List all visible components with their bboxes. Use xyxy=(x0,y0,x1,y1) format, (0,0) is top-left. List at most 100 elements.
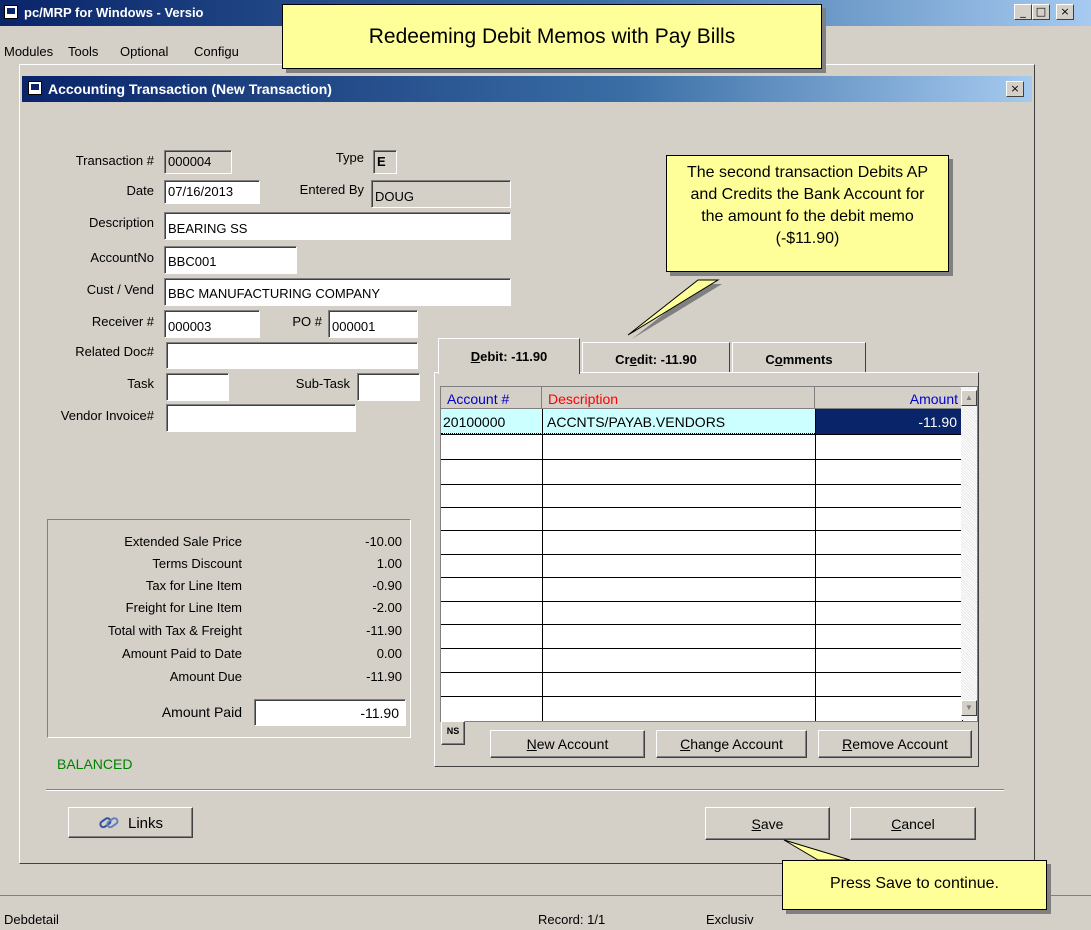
grid-line xyxy=(441,554,962,555)
menu-tools[interactable]: Tools xyxy=(68,44,98,59)
entered-by-label: Entered By xyxy=(299,182,364,197)
transaction-label: Transaction # xyxy=(75,153,154,168)
summary-value: -11.90 xyxy=(366,623,402,638)
status-form-name: Debdetail xyxy=(4,912,59,927)
summary-label: Amount Due xyxy=(169,669,242,684)
date-field[interactable]: 07/16/2013 xyxy=(164,180,260,204)
close-button[interactable]: × xyxy=(1056,4,1074,20)
change-account-accel: C xyxy=(680,736,691,752)
tab-debit-accel: D xyxy=(470,349,481,364)
app-title: pc/MRP for Windows - Versio xyxy=(24,5,204,20)
task-field[interactable] xyxy=(166,373,229,401)
grid-vertical-scrollbar[interactable]: ▲ ▼ xyxy=(961,387,977,720)
cell-amount[interactable]: -11.90 xyxy=(815,409,963,434)
window-close-button[interactable]: × xyxy=(1006,81,1024,97)
scroll-down-icon[interactable]: ▼ xyxy=(961,700,977,716)
grid-line xyxy=(441,459,962,460)
tab-debit[interactable]: Debit: -11.90 xyxy=(438,338,580,374)
window-title: Accounting Transaction (New Transaction) xyxy=(48,81,332,97)
summary-value: -10.00 xyxy=(365,534,402,549)
type-label: Type xyxy=(335,150,364,165)
save-accel: S xyxy=(751,816,761,832)
po-field[interactable]: 000001 xyxy=(328,310,418,338)
menu-optional[interactable]: Optional xyxy=(120,44,168,59)
description-field[interactable]: BEARING SS xyxy=(164,212,511,240)
summary-label: Terms Discount xyxy=(152,556,242,571)
summary-value: -0.90 xyxy=(372,578,402,593)
links-button[interactable]: Links xyxy=(68,807,193,838)
status-mode: Exclusiv xyxy=(706,912,754,927)
grid-line xyxy=(441,624,962,625)
summary-value: 1.00 xyxy=(376,556,402,571)
summary-label: Tax for Line Item xyxy=(145,578,242,593)
cancel-accel: C xyxy=(891,816,902,832)
col-header-amount[interactable]: Amount xyxy=(815,387,963,409)
summary-value: -2.00 xyxy=(372,600,402,615)
grid-line xyxy=(441,672,962,673)
vendor-invoice-label: Vendor Invoice# xyxy=(60,408,154,423)
tab-debit-label: ebit: -11.90 xyxy=(480,349,548,364)
summary-value: 0.00 xyxy=(376,646,402,661)
grid-line xyxy=(542,409,543,721)
remove-account-button[interactable]: Remove Account xyxy=(818,730,972,758)
col-header-description[interactable]: Description xyxy=(542,387,815,409)
po-label: PO # xyxy=(292,314,322,329)
col-header-account[interactable]: Account # xyxy=(441,387,542,409)
divider xyxy=(46,789,1004,791)
links-label: Links xyxy=(127,815,164,832)
new-account-button[interactable]: New Account xyxy=(490,730,645,758)
new-account-label: ew Account xyxy=(536,736,609,752)
subtask-label: Sub-Task xyxy=(295,376,350,391)
transaction-field[interactable]: 000004 xyxy=(164,150,232,174)
amount-paid-label: Amount Paid xyxy=(161,704,242,720)
status-record: Record: 1/1 xyxy=(538,912,606,927)
balance-status: BALANCED xyxy=(57,756,133,772)
maximize-button[interactable]: □ xyxy=(1032,4,1050,20)
grid-line xyxy=(441,601,962,602)
account-grid: Account # Description Amount 20100000 AC… xyxy=(440,386,978,722)
receiver-field[interactable]: 000003 xyxy=(164,310,260,338)
table-row[interactable]: 20100000 ACCNTS/PAYAB.VENDORS xyxy=(441,409,815,434)
amount-paid-field[interactable]: -11.90 xyxy=(254,699,406,726)
cell-account: 20100000 xyxy=(443,414,506,430)
cancel-label: ancel xyxy=(901,816,935,832)
remove-account-label: emove Account xyxy=(852,736,948,752)
save-tip-callout: Press Save to continue. xyxy=(782,860,1047,910)
entered-by-field[interactable]: DOUG xyxy=(371,180,511,208)
subtask-field[interactable] xyxy=(357,373,420,401)
grid-line xyxy=(441,696,962,697)
custvend-label: Cust / Vend xyxy=(86,282,154,297)
description-label: Description xyxy=(88,215,154,230)
menu-configure[interactable]: Configu xyxy=(194,44,239,59)
related-doc-label: Related Doc# xyxy=(75,344,154,359)
grid-line xyxy=(441,434,962,435)
cell-description: ACCNTS/PAYAB.VENDORS xyxy=(547,414,726,430)
vendor-invoice-field[interactable] xyxy=(166,404,356,432)
menu-modules[interactable]: Modules xyxy=(4,44,53,59)
type-field[interactable]: E xyxy=(373,150,397,174)
summary-value: -11.90 xyxy=(366,669,402,684)
related-doc-field[interactable] xyxy=(166,342,418,369)
new-account-accel: N xyxy=(526,736,537,752)
window-icon xyxy=(28,81,42,95)
summary-label: Extended Sale Price xyxy=(124,534,242,549)
task-label: Task xyxy=(127,376,154,391)
grid-line xyxy=(441,577,962,578)
receiver-label: Receiver # xyxy=(91,314,154,329)
grid-line xyxy=(441,530,962,531)
date-label: Date xyxy=(126,183,154,198)
scroll-up-icon[interactable]: ▲ xyxy=(961,390,977,406)
window-title-bar: Accounting Transaction (New Transaction)… xyxy=(22,76,1032,102)
accountno-label: AccountNo xyxy=(90,250,154,265)
change-account-button[interactable]: Change Account xyxy=(656,730,807,758)
accountno-field[interactable]: BBC001 xyxy=(164,246,297,274)
grid-line xyxy=(441,648,962,649)
tip-callout: The second transaction Debits AP and Cre… xyxy=(666,155,949,272)
minimize-button[interactable]: _ xyxy=(1014,4,1032,20)
remove-account-accel: R xyxy=(842,736,853,752)
ns-button[interactable]: NS xyxy=(441,721,465,745)
grid-line xyxy=(441,484,962,485)
chain-link-icon xyxy=(99,817,119,829)
summary-label: Freight for Line Item xyxy=(125,600,242,615)
custvend-field[interactable]: BBC MANUFACTURING COMPANY xyxy=(164,278,511,306)
